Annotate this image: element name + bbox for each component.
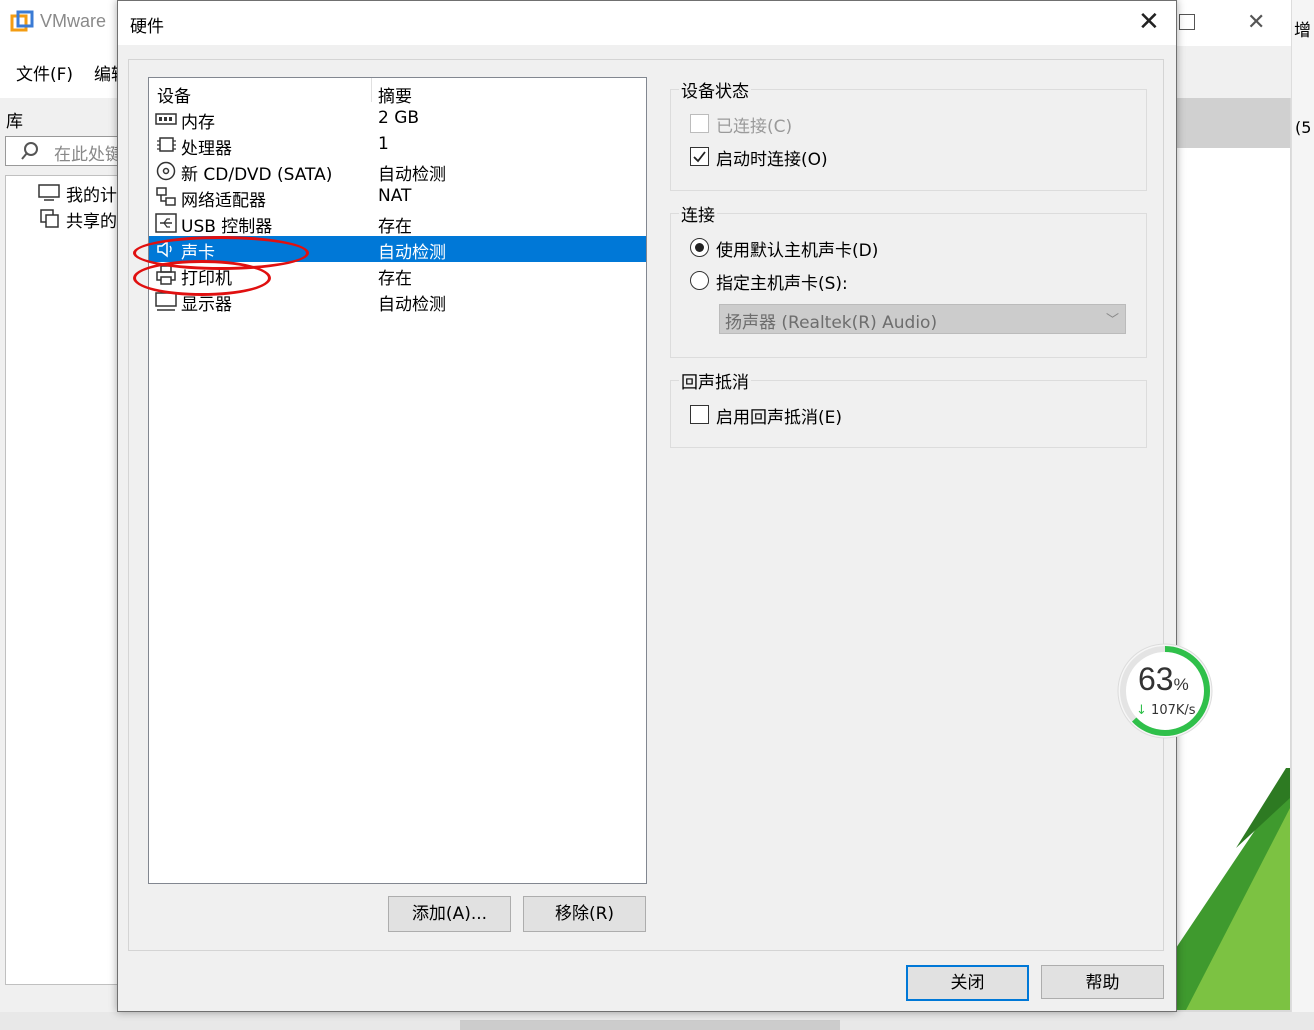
library-tree: 我的计 共享的 (5, 175, 119, 985)
connected-checkbox[interactable] (690, 114, 709, 133)
help-button[interactable]: 帮助 (1041, 965, 1164, 999)
background-tab-strip (1176, 98, 1290, 148)
vmware-splash-graphic (1176, 768, 1290, 1010)
host-sound-device-value: 扬声器 (Realtek(R) Audio) (725, 313, 938, 333)
radio-selected-dot (695, 243, 704, 252)
background-scrollbar (460, 1020, 840, 1030)
tree-item-shared[interactable]: 共享的 (66, 207, 117, 232)
device-summary: 自动检测 (378, 243, 446, 263)
use-default-sound-radio[interactable] (690, 238, 709, 257)
device-row-memory[interactable]: 内存 2 GB (149, 106, 646, 133)
background-side-panel (1291, 0, 1314, 1030)
cd-icon (156, 161, 176, 181)
connect-at-power-on-checkbox[interactable] (690, 147, 709, 166)
group-title-device-status: 设备状态 (679, 77, 751, 102)
usb-icon (155, 213, 177, 233)
device-summary: 1 (378, 134, 389, 154)
maximize-icon[interactable] (1179, 14, 1195, 30)
device-summary: 自动检测 (378, 295, 446, 315)
device-row-processor[interactable]: 处理器 1 (149, 132, 646, 159)
device-summary: 2 GB (378, 108, 420, 128)
device-name: USB 控制器 (181, 217, 273, 237)
group-connection: 连接 使用默认主机声卡(D) 指定主机声卡(S): 扬声器 (Realtek(R… (670, 201, 1147, 358)
device-name: 内存 (181, 113, 215, 133)
vmware-logo-icon (10, 10, 34, 32)
echo-cancel-checkbox[interactable] (690, 405, 709, 424)
group-device-status: 设备状态 已连接(C) 启动时连接(O) (670, 77, 1147, 191)
device-list[interactable]: 设备 摘要 内存 2 GB 处理器 1 新 CD/DVD (SATA) 自动检测… (133, 77, 647, 884)
device-summary: 自动检测 (378, 165, 446, 185)
arrow-down-icon: ↓ (1136, 703, 1147, 718)
background-content (1176, 148, 1290, 1010)
device-name: 新 CD/DVD (SATA) (181, 165, 333, 185)
group-title-echo-cancel: 回声抵消 (679, 368, 751, 393)
connect-at-power-on-label: 启动时连接(O) (716, 150, 828, 170)
column-divider (371, 78, 372, 102)
menu-edit[interactable]: 编辑 (94, 60, 118, 85)
device-name: 网络适配器 (181, 191, 266, 211)
host-sound-device-select[interactable]: 扬声器 (Realtek(R) Audio) ﹀ (719, 304, 1126, 334)
device-summary: 存在 (378, 269, 412, 289)
memory-icon (155, 113, 177, 125)
device-name: 处理器 (181, 139, 232, 159)
device-summary: NAT (378, 186, 412, 206)
column-header-summary[interactable]: 摘要 (378, 82, 412, 107)
device-row-cd-dvd[interactable]: 新 CD/DVD (SATA) 自动检测 (149, 158, 646, 185)
menu-file[interactable]: 文件(F) (16, 60, 73, 85)
close-button[interactable]: 关闭 (906, 965, 1029, 1001)
remove-button[interactable]: 移除(R) (523, 896, 646, 932)
specify-sound-label: 指定主机声卡(S): (716, 274, 848, 294)
group-title-connection: 连接 (679, 201, 717, 226)
chevron-down-icon: ﹀ (1106, 313, 1120, 328)
group-echo-cancel: 回声抵消 启用回声抵消(E) (670, 368, 1147, 448)
device-row-usb[interactable]: USB 控制器 存在 (149, 210, 646, 237)
side-panel-label: 增 (1294, 21, 1311, 41)
side-panel-text: (5 (1295, 118, 1312, 137)
search-placeholder: 在此处键 (54, 145, 119, 165)
dialog-close-icon[interactable]: ✕ (1138, 7, 1160, 37)
network-icon (156, 187, 176, 206)
connected-label: 已连接(C) (716, 117, 793, 137)
shared-vm-icon (40, 209, 59, 228)
device-row-network[interactable]: 网络适配器 NAT (149, 184, 646, 211)
library-search-input[interactable]: 在此处键 (5, 136, 119, 166)
speed-percent: 63% (1138, 661, 1189, 697)
hardware-dialog: 硬件 ✕ 设备 摘要 内存 2 GB 处理器 1 新 CD/DVD (SATA)… (117, 0, 1177, 1012)
echo-cancel-label: 启用回声抵消(E) (716, 408, 843, 428)
search-icon (21, 142, 38, 160)
dialog-titlebar (118, 1, 1176, 45)
dialog-title: 硬件 (130, 17, 164, 37)
column-header-device[interactable]: 设备 (157, 82, 191, 107)
cpu-icon (157, 137, 176, 152)
dialog-body: 设备 摘要 内存 2 GB 处理器 1 新 CD/DVD (SATA) 自动检测… (128, 59, 1164, 951)
library-label: 库 (6, 112, 23, 132)
speed-rate: ↓ 107K/s (1136, 703, 1196, 718)
checkmark-icon (693, 151, 706, 163)
specify-sound-radio[interactable] (690, 271, 709, 290)
annotation-ellipse-printer (133, 260, 271, 296)
close-icon[interactable]: ✕ (1247, 10, 1265, 35)
vmware-title: VMware (40, 11, 107, 31)
computer-icon (38, 184, 60, 201)
use-default-sound-label: 使用默认主机声卡(D) (716, 241, 879, 261)
device-summary: 存在 (378, 217, 412, 237)
tree-item-my-computer[interactable]: 我的计 (66, 181, 117, 206)
add-button[interactable]: 添加(A)... (388, 896, 511, 932)
